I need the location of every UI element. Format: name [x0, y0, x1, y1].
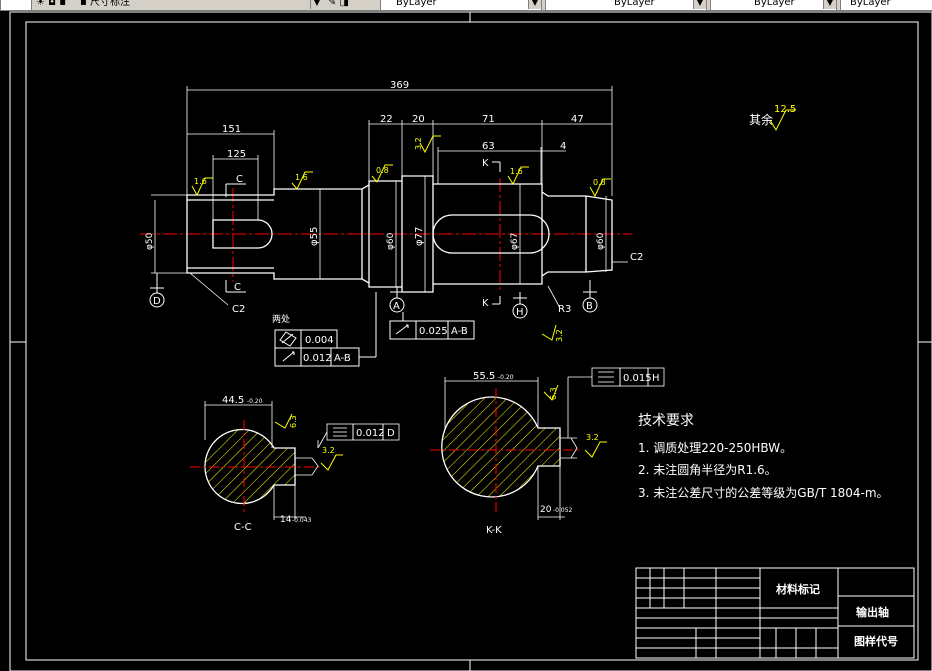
layer-tools-icons[interactable]: ✎ ◨ [328, 0, 349, 9]
tb-drawing-no: 图样代号 [854, 634, 898, 648]
rough-6: 0.8 [593, 178, 606, 187]
tb-material: 材料标记 [776, 582, 820, 596]
section-kk: 55.5 -0.20 20 -0.052 0.015 H K-K [430, 367, 665, 536]
rough-1: 1.6 [194, 177, 207, 186]
radius-r3: R3 [558, 304, 571, 315]
fcf-cyl-value: 0.004 [305, 335, 334, 346]
fcf-runout1-ref: A-B [334, 353, 351, 364]
tb-part-name: 输出轴 [856, 605, 889, 619]
dim-369: 369 [390, 80, 409, 91]
dim-20: 20 [412, 114, 425, 125]
linetype-dropdown-arrow[interactable]: ▼ [693, 0, 706, 9]
dim-151: 151 [222, 124, 241, 135]
cc-sym-ref: D [387, 428, 395, 439]
dim-4: 4 [560, 141, 566, 152]
datum-a: A [393, 301, 400, 312]
dim-dia60b: φ60 [596, 232, 606, 250]
color-value: ByLayer [396, 0, 437, 8]
lineweight-value: ByLayer [754, 0, 795, 8]
cc-sym-value: 0.012 [356, 428, 385, 439]
section-k-bot: K [482, 298, 489, 309]
kk-key-tol: -0.20 [498, 374, 514, 381]
layer-icons[interactable]: ☀ ◘ ▪ [36, 0, 66, 9]
linetype-value: ByLayer [614, 0, 655, 8]
chamfer-leaders [189, 261, 628, 309]
kk-key-dim: 55.5 [473, 371, 495, 382]
dim-dia77: φ77 [414, 227, 425, 246]
color-dropdown-arrow[interactable]: ▼ [528, 0, 541, 9]
rough-7: 3.2 [555, 329, 564, 342]
section-k-top: K [482, 158, 489, 169]
cc-key-dim: 44.5 [222, 395, 244, 406]
tech-requirements: 技术要求 1. 调质处理220-250HBW。 2. 未注圆角半径为R1.6。 … [638, 413, 889, 500]
cc-label: C-C [234, 522, 252, 533]
rough-2: 1.6 [295, 173, 308, 182]
cc-width-dim: 14 [280, 515, 292, 525]
section-markers [225, 161, 501, 305]
fcf-runout2-value: 0.025 [419, 326, 448, 337]
dimstyle-dropdown-arrow[interactable]: ▼ [310, 0, 323, 9]
tech-title: 技术要求 [638, 413, 694, 429]
plotstyle-value: ByLayer [850, 0, 891, 8]
tech-line-1: 1. 调质处理220-250HBW。 [638, 441, 792, 455]
kk-width-tol: -0.052 [553, 507, 573, 514]
chamfer-c2-left: C2 [232, 304, 245, 315]
datum-d: D [153, 296, 161, 307]
cc-width-tol: -0.043 [292, 517, 312, 524]
datum-b: B [586, 301, 593, 312]
drawing-canvas[interactable]: 369 151 125 22 20 71 63 47 4 φ55 φ77 φ50… [0, 10, 932, 671]
dim-22: 22 [380, 114, 393, 125]
dim-125: 125 [227, 149, 246, 160]
both-ends-label: 两处 [272, 313, 290, 325]
fcf-runout2-ref: A-B [451, 326, 468, 337]
rough-10: 3.2 [586, 433, 599, 442]
rough-3: 0.8 [376, 166, 389, 175]
dim-dia50: φ50 [145, 232, 155, 250]
datum-h: H [516, 307, 524, 318]
rough-12: 12.5 [774, 104, 796, 115]
dimstyle-combo[interactable]: ▪ 尺寸标注 [80, 0, 130, 9]
kk-width-dim: 20 [540, 505, 552, 515]
cc-key-tol: -0.20 [247, 398, 263, 405]
lineweight-dropdown-arrow[interactable]: ▼ [823, 0, 836, 9]
dim-63: 63 [482, 141, 495, 152]
dim-dia60a: φ60 [386, 232, 396, 250]
dim-dia55: φ55 [309, 227, 320, 246]
kk-label: K-K [486, 525, 502, 536]
rough-11: 3.2 [322, 446, 335, 455]
section-c-top: C [236, 174, 243, 185]
fcf-runout1-value: 0.012 [303, 353, 332, 364]
dim-71: 71 [482, 114, 495, 125]
rough-8: 6.3 [289, 415, 298, 428]
kk-sym-value: 0.015 [623, 373, 652, 384]
tech-line-3: 3. 未注公差尺寸的公差等级为GB/T 1804-m。 [638, 485, 889, 500]
rough-5: 1.6 [510, 167, 523, 176]
rest-label: 其余 [749, 112, 773, 127]
tech-line-2: 2. 未注圆角半径为R1.6。 [638, 462, 777, 477]
dim-47: 47 [571, 114, 584, 125]
dim-dia67: φ67 [510, 233, 520, 250]
rough-4: 3.2 [414, 137, 423, 150]
chamfer-c2-right: C2 [630, 252, 643, 263]
rough-9: 6.3 [549, 387, 558, 400]
kk-sym-ref: H [652, 373, 660, 384]
section-c-bot: C [234, 282, 241, 293]
dimstyle-label: 尺寸标注 [89, 0, 130, 8]
